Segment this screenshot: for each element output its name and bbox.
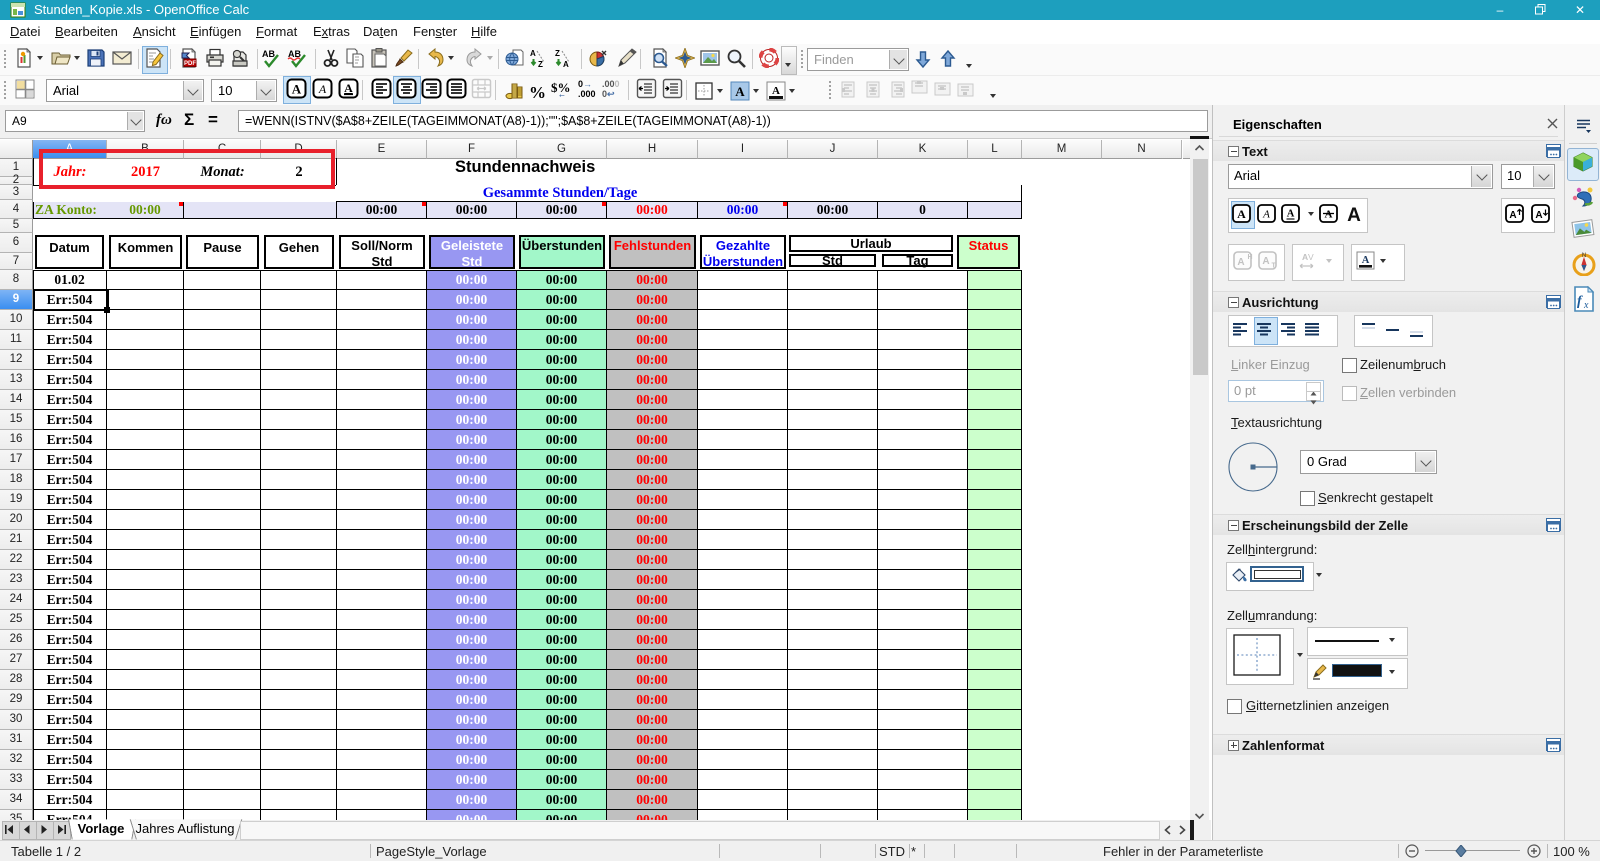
svg-text:A: A <box>292 82 302 97</box>
svg-text:A: A <box>530 49 536 58</box>
svg-text:A: A <box>735 84 745 99</box>
svg-text:A: A <box>1287 209 1295 220</box>
svg-text:A: A <box>344 81 353 95</box>
svg-text:A: A <box>1237 257 1244 268</box>
svg-text:T: T <box>1272 263 1277 270</box>
svg-text:PDF: PDF <box>184 61 196 67</box>
svg-text:A: A <box>1535 210 1542 221</box>
svg-text:A: A <box>1262 209 1270 221</box>
svg-text:x: x <box>1583 300 1589 311</box>
svg-text:H: H <box>1248 254 1253 261</box>
svg-text:Z: Z <box>538 60 543 68</box>
svg-text:Z: Z <box>555 49 560 58</box>
svg-text:V: V <box>1308 252 1314 262</box>
svg-text:A: A <box>1362 255 1370 266</box>
svg-text:A: A <box>318 82 327 96</box>
svg-text:A: A <box>772 85 780 97</box>
svg-text:A: A <box>1325 209 1333 221</box>
svg-text:AB: AB <box>262 49 275 59</box>
svg-text:A: A <box>1347 205 1361 226</box>
svg-text:A: A <box>1262 256 1269 267</box>
svg-text:A: A <box>1509 210 1516 221</box>
svg-text:A: A <box>1237 207 1246 221</box>
svg-text:N: N <box>1582 253 1586 259</box>
